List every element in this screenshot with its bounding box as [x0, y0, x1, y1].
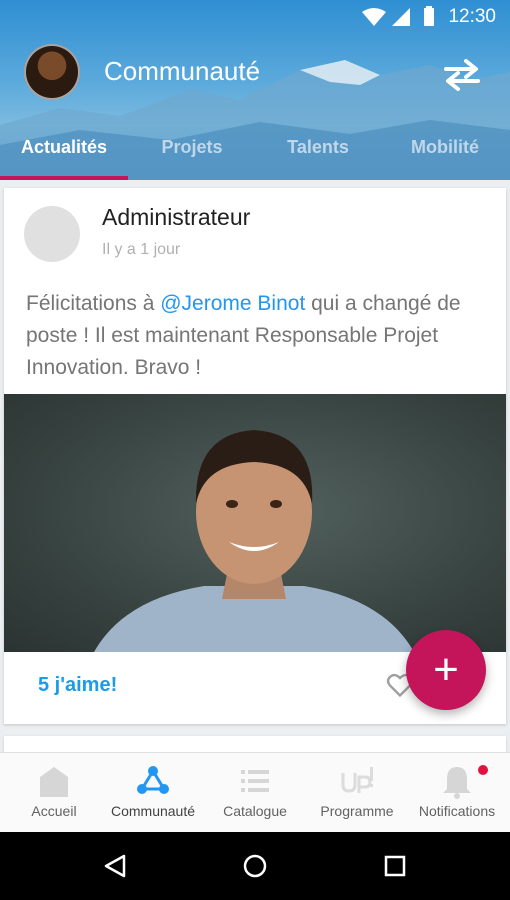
notification-badge: [478, 765, 488, 775]
tab-talents[interactable]: Talents: [256, 130, 380, 178]
home-icon: [40, 767, 68, 797]
post-photo[interactable]: [4, 394, 506, 652]
recents-icon[interactable]: [384, 855, 406, 877]
tab-projets[interactable]: Projets: [128, 130, 256, 178]
tab-bar: Actualités Projets Talents Mobilité: [0, 130, 510, 178]
tab-indicator: [0, 176, 128, 180]
system-navigation-bar: [0, 832, 510, 900]
list-icon: [241, 770, 269, 792]
swap-arrows-icon[interactable]: [440, 58, 484, 92]
plus-icon: +: [433, 645, 459, 694]
nav-programme[interactable]: Programme: [306, 753, 408, 833]
nav-label-communaute: Communauté: [110, 803, 196, 819]
signal-icon: [392, 8, 410, 26]
community-icon: [137, 766, 169, 794]
mention-link[interactable]: @Jerome Binot: [160, 292, 305, 315]
wifi-icon: [362, 8, 386, 26]
nav-label-notifications: Notifications: [418, 803, 496, 819]
back-icon[interactable]: [104, 854, 126, 878]
tab-mobilite[interactable]: Mobilité: [380, 130, 510, 178]
nav-notifications[interactable]: Notifications: [406, 753, 508, 833]
bell-icon: [443, 767, 471, 799]
user-avatar[interactable]: [24, 44, 80, 100]
nav-accueil[interactable]: Accueil: [3, 753, 105, 833]
status-bar: 12:30: [0, 0, 510, 34]
author-avatar[interactable]: [24, 206, 80, 262]
nav-label-accueil: Accueil: [31, 803, 77, 819]
status-time: 12:30: [448, 6, 496, 27]
nav-label-programme: Programme: [320, 803, 394, 819]
battery-icon: [424, 6, 434, 26]
home-circle-icon[interactable]: [243, 854, 267, 878]
page-title: Communauté: [104, 56, 261, 86]
tab-actualites[interactable]: Actualités: [0, 130, 128, 178]
nav-label-catalogue: Catalogue: [223, 803, 287, 819]
up-logo-icon: [341, 767, 373, 793]
add-post-button[interactable]: +: [406, 630, 486, 710]
post-author[interactable]: Administrateur: [102, 204, 250, 231]
post-text: Félicitations à @Jerome Binot qui a chan…: [26, 288, 486, 384]
likes-count[interactable]: 5 j'aime!: [38, 674, 117, 697]
bottom-navigation: Accueil Communauté Catalogue Programme N…: [0, 752, 510, 833]
post-text-before: Félicitations à: [26, 292, 161, 315]
nav-catalogue[interactable]: Catalogue: [204, 753, 306, 833]
post-timestamp: Il y a 1 jour: [102, 241, 181, 258]
person-portrait-image: [94, 430, 414, 652]
nav-communaute[interactable]: Communauté: [102, 753, 204, 833]
